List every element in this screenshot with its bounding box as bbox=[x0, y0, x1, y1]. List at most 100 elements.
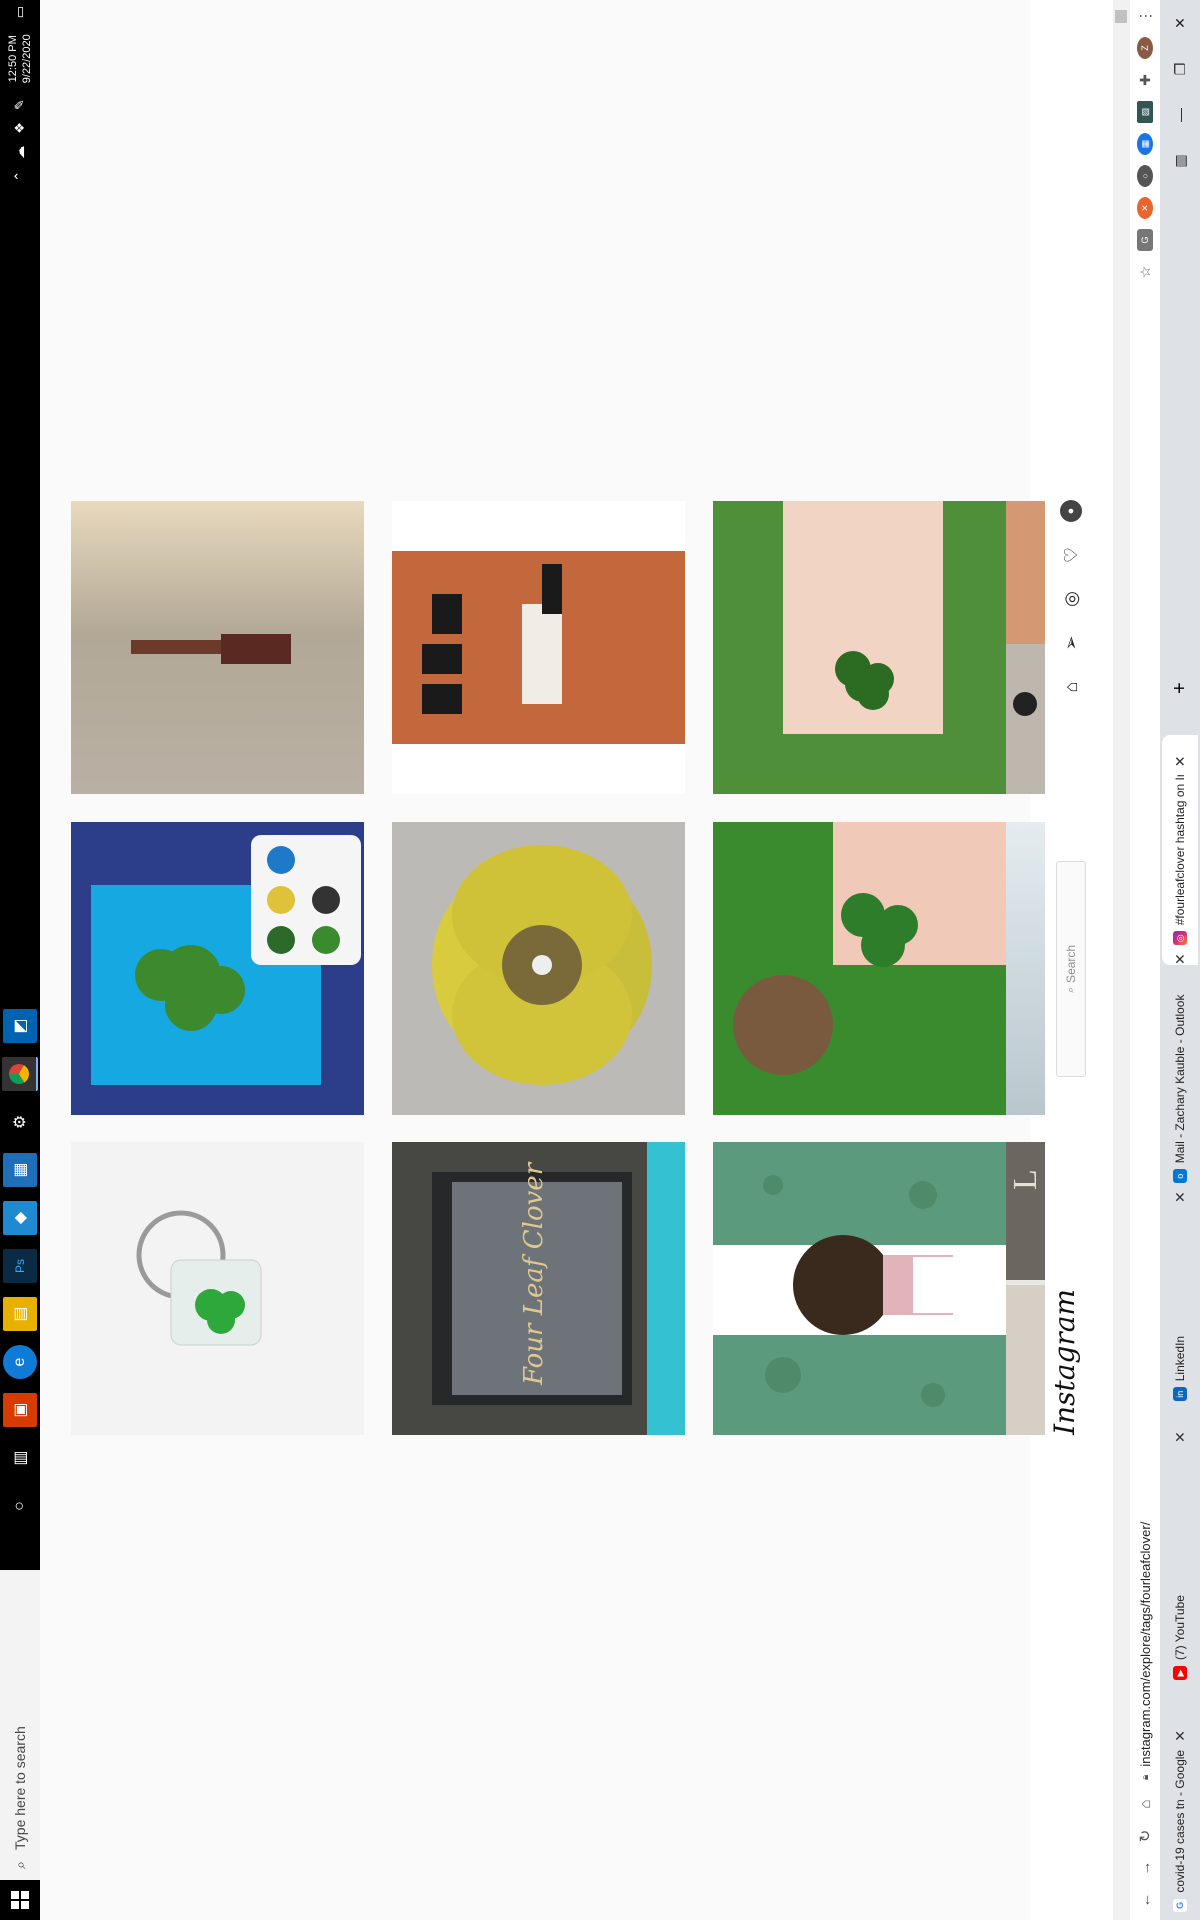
extension-orange-icon[interactable]: ✕ bbox=[1137, 197, 1153, 219]
google-icon: G bbox=[1173, 1898, 1187, 1912]
post-tile[interactable] bbox=[71, 501, 364, 794]
lock-icon: 🔒︎ bbox=[1139, 1774, 1151, 1780]
instagram-nav: ⌂ ➢ ◎ ♡ ● bbox=[1060, 478, 1082, 698]
tab-linkedin[interactable]: ✕ in LinkedIn bbox=[1162, 1253, 1198, 1443]
settings-icon[interactable]: ⚙ bbox=[3, 1105, 37, 1139]
extension-gray-icon[interactable]: G bbox=[1137, 229, 1153, 251]
photoshop-icon[interactable]: Ps bbox=[3, 1249, 37, 1283]
instagram-icon: ◎ bbox=[1173, 931, 1187, 946]
back-arrow-icon[interactable]: ← bbox=[1137, 1884, 1154, 1916]
post-overlay-text: Four Leaf Clover bbox=[519, 1161, 549, 1386]
post-tile[interactable] bbox=[713, 1142, 1006, 1435]
home-icon[interactable]: ⌂ bbox=[1137, 1788, 1154, 1820]
post-tile[interactable] bbox=[713, 822, 1006, 1115]
start-button[interactable] bbox=[0, 1880, 40, 1920]
post-image bbox=[71, 1142, 364, 1435]
instagram-search-input[interactable]: ⌕ Search bbox=[1056, 861, 1086, 1077]
post-image bbox=[713, 501, 1006, 794]
search-icon: ⌕ bbox=[11, 1861, 28, 1869]
tab-label: covid-19 cases tn - Google Search bbox=[1173, 1749, 1187, 1893]
page-scrollbar[interactable] bbox=[1113, 0, 1130, 1920]
post-image bbox=[713, 822, 1006, 1115]
tab-instagram[interactable]: ✕ ◎ #fourleafclover hashtag on Insta ✕ bbox=[1162, 735, 1198, 965]
home-icon[interactable]: ⌂ bbox=[1060, 676, 1082, 698]
post-partial-3[interactable] bbox=[1000, 501, 1045, 794]
close-icon[interactable]: ✕ bbox=[1172, 756, 1189, 768]
forward-arrow-icon[interactable]: → bbox=[1137, 1852, 1154, 1884]
tab-label: Mail - Zachary Kauble - Outlook bbox=[1173, 994, 1187, 1164]
edge-icon[interactable]: e bbox=[3, 1345, 37, 1379]
direct-icon[interactable]: ➢ bbox=[1060, 632, 1082, 654]
minimize-icon[interactable]: — bbox=[1160, 92, 1200, 138]
post-image bbox=[392, 822, 685, 1115]
vscode-icon[interactable]: ◆ bbox=[3, 1201, 37, 1235]
extension-blue-icon[interactable]: ▦ bbox=[1137, 133, 1153, 155]
post-tile[interactable] bbox=[392, 822, 685, 1115]
task-view-icon[interactable]: ▥ bbox=[3, 1441, 37, 1475]
extension-image-icon[interactable]: ▨ bbox=[1137, 101, 1153, 123]
post-partial-2[interactable] bbox=[1000, 822, 1045, 1115]
taskbar-search-placeholder: Type here to search bbox=[12, 1726, 28, 1850]
tab-label: #fourleafclover hashtag on Insta bbox=[1173, 775, 1187, 926]
tab-search-icon[interactable]: ▥ bbox=[1160, 138, 1200, 184]
post-image bbox=[1000, 822, 1045, 1115]
instagram-logo[interactable]: Instagram bbox=[1048, 1289, 1081, 1435]
profile-icon[interactable]: Z bbox=[1137, 37, 1153, 59]
profile-avatar[interactable]: ● bbox=[1060, 500, 1082, 522]
system-tray: ⌃ ☁ ❖ ✎ 12:50 PM 9/22/2020 ▭ bbox=[0, 0, 40, 188]
restore-icon[interactable]: ❐ bbox=[1160, 46, 1200, 92]
post-tile[interactable] bbox=[71, 1142, 364, 1435]
tab-youtube[interactable]: ▶ (7) YouTube bbox=[1162, 1498, 1198, 1688]
explore-compass-icon[interactable]: ◎ bbox=[1060, 588, 1082, 610]
post-tile[interactable] bbox=[71, 822, 364, 1115]
taskbar-search[interactable]: ⌕ Type here to search bbox=[0, 1570, 40, 1880]
pen-icon[interactable]: ✎ bbox=[12, 99, 28, 110]
cloud-icon[interactable]: ☁ bbox=[12, 146, 28, 159]
close-icon[interactable]: ✕ bbox=[1172, 1730, 1189, 1742]
close-window-icon[interactable]: ✕ bbox=[1160, 0, 1200, 46]
close-icon[interactable]: ✕ bbox=[1172, 1191, 1189, 1203]
tab-outlook[interactable]: ✕ o Mail - Zachary Kauble - Outlook bbox=[1162, 973, 1198, 1203]
extension-circle-icon[interactable]: ○ bbox=[1137, 165, 1153, 187]
notifications-icon[interactable]: ▭ bbox=[12, 6, 28, 18]
post-tile[interactable]: Four Leaf Clover bbox=[392, 1142, 685, 1435]
reload-icon[interactable]: ↻ bbox=[1136, 1820, 1154, 1852]
chrome-icon[interactable] bbox=[2, 1057, 38, 1091]
windows-taskbar: ⌕ Type here to search ○ ▥ ▣ e ▤ Ps ◆ ▦ ⚙… bbox=[0, 0, 40, 1920]
outlook-icon: o bbox=[1173, 1169, 1187, 1184]
post-image bbox=[392, 501, 685, 794]
post-image bbox=[713, 1142, 1006, 1435]
post-image bbox=[1000, 501, 1045, 794]
address-bar[interactable]: 🔒︎ instagram.com/explore/tags/fourleafcl… bbox=[1133, 1522, 1157, 1780]
window-controls: ▥ — ❐ ✕ bbox=[1160, 0, 1200, 184]
bookmark-star-icon[interactable]: ☆ bbox=[1137, 261, 1153, 283]
file-explorer-icon[interactable]: ▤ bbox=[3, 1297, 37, 1331]
close-icon[interactable]: ✕ bbox=[1172, 1431, 1189, 1443]
post-partial-1[interactable]: L bbox=[1000, 1142, 1045, 1435]
clock-date: 9/22/2020 bbox=[21, 34, 33, 84]
post-tile[interactable] bbox=[713, 501, 1006, 794]
tab-google[interactable]: G covid-19 cases tn - Google Search ✕ bbox=[1162, 1730, 1198, 1920]
office-icon[interactable]: ▣ bbox=[3, 1393, 37, 1427]
new-tab-button[interactable]: + bbox=[1160, 682, 1200, 694]
post-image bbox=[71, 822, 364, 1115]
menu-dots-icon[interactable]: ⋮ bbox=[1137, 5, 1153, 27]
post-overlay-letter: L bbox=[1007, 1169, 1044, 1190]
cortana-icon[interactable]: ○ bbox=[3, 1489, 37, 1523]
close-icon[interactable]: ✕ bbox=[1172, 953, 1189, 965]
dropbox-icon[interactable]: ❖ bbox=[12, 122, 28, 134]
network-app-icon[interactable]: ▦ bbox=[3, 1153, 37, 1187]
post-tile[interactable] bbox=[392, 501, 685, 794]
activity-heart-icon[interactable]: ♡ bbox=[1060, 544, 1082, 566]
photos-icon[interactable]: ◩ bbox=[3, 1009, 37, 1043]
extensions-puzzle-icon[interactable]: ✚ bbox=[1137, 69, 1153, 91]
screen: ⌕ Type here to search ○ ▥ ▣ e ▤ Ps ◆ ▦ ⚙… bbox=[0, 0, 1200, 1920]
tab-label: (7) YouTube bbox=[1173, 1595, 1187, 1660]
linkedin-icon: in bbox=[1173, 1387, 1187, 1402]
search-icon: ⌕ bbox=[1064, 986, 1077, 994]
scrollbar-thumb[interactable] bbox=[1115, 10, 1127, 23]
taskbar-apps: ○ ▥ ▣ e ▤ Ps ◆ ▦ ⚙ ◩ bbox=[0, 1002, 40, 1530]
clock[interactable]: 12:50 PM 9/22/2020 bbox=[6, 34, 34, 83]
tray-chevron-icon[interactable]: ⌃ bbox=[12, 171, 28, 182]
post-image bbox=[71, 501, 364, 794]
